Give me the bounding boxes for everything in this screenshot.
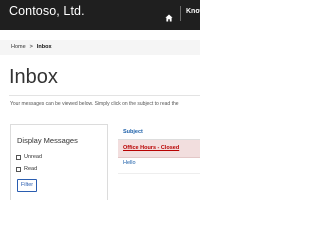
breadcrumb: Home > Inbox bbox=[11, 44, 52, 50]
breadcrumb-home-link[interactable]: Home bbox=[11, 44, 26, 50]
top-navbar: Contoso, Ltd. Know bbox=[0, 0, 205, 30]
message-subject-link-office-hours[interactable]: Office Hours - Closed bbox=[123, 145, 179, 151]
title-divider bbox=[9, 95, 200, 96]
row-divider bbox=[118, 157, 200, 158]
filter-option-unread[interactable]: Unread bbox=[16, 153, 42, 161]
brand-logo[interactable]: Contoso, Ltd. bbox=[9, 4, 85, 18]
breadcrumb-current: Inbox bbox=[36, 44, 52, 50]
intro-text: Your messages can be viewed below. Simpl… bbox=[10, 101, 179, 107]
unread-label: Unread bbox=[24, 154, 43, 160]
filter-panel-heading: Display Messages bbox=[17, 136, 78, 145]
read-label: Read bbox=[24, 166, 38, 172]
home-icon-glyph bbox=[165, 14, 173, 22]
page-title: Inbox bbox=[9, 66, 58, 88]
message-subject-link-hello[interactable]: Hello bbox=[123, 160, 136, 166]
nav-link-knowledge[interactable]: Know bbox=[186, 8, 205, 15]
read-checkbox[interactable] bbox=[16, 166, 21, 172]
nav-divider bbox=[180, 6, 181, 21]
filter-button[interactable]: Filter bbox=[17, 179, 37, 192]
home-icon[interactable] bbox=[165, 9, 173, 22]
filter-option-read[interactable]: Read bbox=[16, 165, 37, 173]
breadcrumb-separator: > bbox=[29, 44, 33, 50]
unread-checkbox[interactable] bbox=[16, 154, 21, 160]
filter-panel: Display Messages Unread Read Filter bbox=[10, 124, 108, 200]
row-divider bbox=[118, 173, 200, 174]
subject-column-header[interactable]: Subject bbox=[123, 129, 143, 135]
